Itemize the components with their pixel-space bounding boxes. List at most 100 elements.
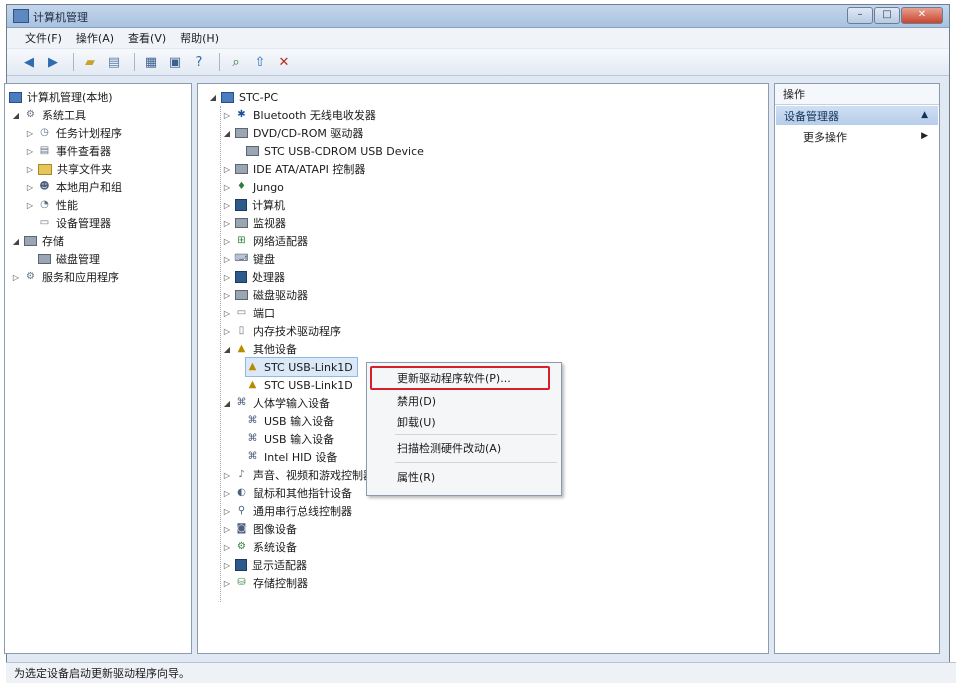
expand-arrow-icon[interactable]: ▷: [222, 561, 232, 570]
device-item-stc-usb[interactable]: ▲ STC USB-Link1D: [246, 376, 353, 394]
menu-view[interactable]: 查看(V): [128, 30, 166, 46]
refresh-icon[interactable]: ▣: [165, 53, 185, 71]
tree-item-local-users[interactable]: ▷ ☻ 本地用户和组: [25, 178, 122, 196]
device-category-disks[interactable]: ▷ 磁盘驱动器: [222, 286, 308, 304]
menu-help[interactable]: 帮助(H): [180, 30, 219, 46]
device-category-ports[interactable]: ▷ ▭ 端口: [222, 304, 275, 322]
expand-arrow-icon[interactable]: ▷: [222, 327, 232, 336]
device-manager-icon: ▭: [39, 217, 50, 228]
tree-item-task-scheduler[interactable]: ▷ ◷ 任务计划程序: [25, 124, 122, 142]
expand-arrow-icon[interactable]: ▷: [222, 237, 232, 246]
expand-arrow-icon[interactable]: ▷: [222, 489, 232, 498]
update-driver-icon[interactable]: ⇧: [250, 53, 270, 71]
maximize-button[interactable]: □: [874, 7, 900, 24]
collapse-arrow-icon[interactable]: ◢: [222, 399, 232, 408]
expand-arrow-icon[interactable]: ▷: [222, 525, 232, 534]
expand-arrow-icon[interactable]: ▷: [25, 129, 35, 138]
up-folder-icon[interactable]: ▰: [80, 53, 100, 71]
device-category-memory[interactable]: ▷ ▯ 内存技术驱动程序: [222, 322, 341, 340]
menu-scan-hardware[interactable]: 扫描检测硬件改动(A): [397, 439, 501, 457]
expand-arrow-icon[interactable]: ▷: [222, 309, 232, 318]
actions-section-device-manager[interactable]: 设备管理器 ▲: [776, 106, 938, 125]
tree-item-system-tools[interactable]: ◢ ⚙ 系统工具: [11, 106, 86, 124]
dvd-drive-icon: [235, 128, 248, 138]
device-category-imaging[interactable]: ▷ ◙ 图像设备: [222, 520, 297, 538]
scan-hardware-icon[interactable]: ⌕: [226, 53, 246, 71]
expand-arrow-icon[interactable]: ▷: [222, 183, 232, 192]
menu-file[interactable]: 文件(F): [25, 30, 62, 46]
expand-arrow-icon[interactable]: ▷: [222, 219, 232, 228]
device-category-ide[interactable]: ▷ IDE ATA/ATAPI 控制器: [222, 160, 365, 178]
expand-arrow-icon[interactable]: ▷: [25, 147, 35, 156]
device-category-processors[interactable]: ▷ 处理器: [222, 268, 285, 286]
device-category-usb-controllers[interactable]: ▷ ⚲ 通用串行总线控制器: [222, 502, 352, 520]
collapse-up-icon[interactable]: ▲: [921, 110, 928, 120]
tree-item-shared-folders[interactable]: ▷ 共享文件夹: [25, 160, 112, 178]
properties-icon[interactable]: ▦: [141, 53, 161, 71]
tree-item-disk-management[interactable]: 磁盘管理: [25, 250, 100, 268]
device-category-keyboards[interactable]: ▷ ⌨ 键盘: [222, 250, 275, 268]
help-icon[interactable]: ?: [189, 53, 209, 71]
device-category-computer[interactable]: ▷ 计算机: [222, 196, 285, 214]
device-category-bluetooth[interactable]: ▷ ✱ Bluetooth 无线电收发器: [222, 106, 376, 124]
minimize-button[interactable]: –: [847, 7, 873, 24]
tree-item-performance[interactable]: ▷ ◔ 性能: [25, 196, 78, 214]
close-button[interactable]: ✕: [901, 7, 943, 24]
expand-arrow-icon[interactable]: ▷: [222, 507, 232, 516]
device-item-usb-input[interactable]: ⌘ USB 输入设备: [246, 430, 335, 448]
expand-arrow-icon[interactable]: ▷: [222, 111, 232, 120]
device-category-other[interactable]: ◢ ▲ 其他设备: [222, 340, 297, 358]
tree-item-storage[interactable]: ◢ 存储: [11, 232, 64, 250]
console-tree-icon[interactable]: ▤: [104, 53, 124, 71]
device-category-dvd[interactable]: ◢ DVD/CD-ROM 驱动器: [222, 124, 363, 142]
expand-arrow-icon[interactable]: ▷: [222, 273, 232, 282]
device-category-mice[interactable]: ▷ ◐ 鼠标和其他指针设备: [222, 484, 352, 502]
device-item-usb-input[interactable]: ⌘ USB 输入设备: [246, 412, 335, 430]
device-category-hid[interactable]: ◢ ⌘ 人体学输入设备: [222, 394, 330, 412]
tree-item-services-apps[interactable]: ▷ ⚙ 服务和应用程序: [11, 268, 119, 286]
collapse-arrow-icon[interactable]: ◢: [222, 129, 232, 138]
device-root[interactable]: ◢ STC-PC: [208, 88, 278, 106]
expand-arrow-icon[interactable]: ▷: [222, 579, 232, 588]
services-icon: ⚙: [26, 271, 35, 282]
device-category-storage-controllers[interactable]: ▷ ⛁ 存储控制器: [222, 574, 308, 592]
collapse-arrow-icon[interactable]: ◢: [222, 345, 232, 354]
collapse-arrow-icon[interactable]: ◢: [11, 237, 21, 246]
tree-item-device-manager[interactable]: ▭ 设备管理器: [25, 214, 111, 232]
device-category-system[interactable]: ▷ ⚙ 系统设备: [222, 538, 297, 556]
expand-arrow-icon[interactable]: ▷: [222, 543, 232, 552]
more-actions-item[interactable]: 更多操作 ▶: [803, 128, 938, 146]
status-text: 为选定设备启动更新驱动程序向导。: [14, 667, 190, 680]
expand-arrow-icon[interactable]: ▷: [222, 471, 232, 480]
expand-arrow-icon[interactable]: ▷: [25, 201, 35, 210]
users-icon: ☻: [39, 181, 50, 192]
device-item-hid-composite[interactable]: ⌘ Intel HID 设备: [246, 448, 338, 466]
device-category-display[interactable]: ▷ 显示适配器: [222, 556, 307, 574]
back-arrow-icon[interactable]: ◀: [19, 53, 39, 71]
device-item-stc-usb-selected[interactable]: ▲ STC USB-Link1D: [245, 357, 358, 377]
collapse-arrow-icon[interactable]: ◢: [11, 111, 21, 120]
expand-arrow-icon[interactable]: ▷: [25, 165, 35, 174]
tree-item-computer-management[interactable]: 计算机管理(本地): [9, 88, 113, 106]
uninstall-icon[interactable]: ✕: [274, 53, 294, 71]
expand-arrow-icon[interactable]: ▷: [222, 255, 232, 264]
storage-icon: [24, 236, 37, 246]
menu-update-driver[interactable]: 更新驱动程序软件(P)...: [397, 369, 511, 387]
device-category-sound[interactable]: ▷ ♪ 声音、视频和游戏控制器: [222, 466, 374, 484]
menu-disable[interactable]: 禁用(D): [397, 392, 436, 410]
expand-arrow-icon[interactable]: ▷: [11, 273, 21, 282]
device-item-stc-cdrom[interactable]: STC USB-CDROM USB Device: [246, 142, 424, 160]
device-category-network[interactable]: ▷ ⊞ 网络适配器: [222, 232, 308, 250]
tree-item-event-viewer[interactable]: ▷ ▤ 事件查看器: [25, 142, 111, 160]
menu-uninstall[interactable]: 卸载(U): [397, 413, 436, 431]
expand-arrow-icon[interactable]: ▷: [222, 201, 232, 210]
expand-arrow-icon[interactable]: ▷: [222, 291, 232, 300]
expand-arrow-icon[interactable]: ▷: [222, 165, 232, 174]
forward-arrow-icon[interactable]: ▶: [43, 53, 63, 71]
collapse-arrow-icon[interactable]: ◢: [208, 93, 218, 102]
expand-arrow-icon[interactable]: ▷: [25, 183, 35, 192]
device-category-monitors[interactable]: ▷ 监视器: [222, 214, 286, 232]
menu-properties[interactable]: 属性(R): [397, 468, 435, 486]
device-category-jungo[interactable]: ▷ ♦ Jungo: [222, 178, 284, 196]
menu-action[interactable]: 操作(A): [76, 30, 114, 46]
